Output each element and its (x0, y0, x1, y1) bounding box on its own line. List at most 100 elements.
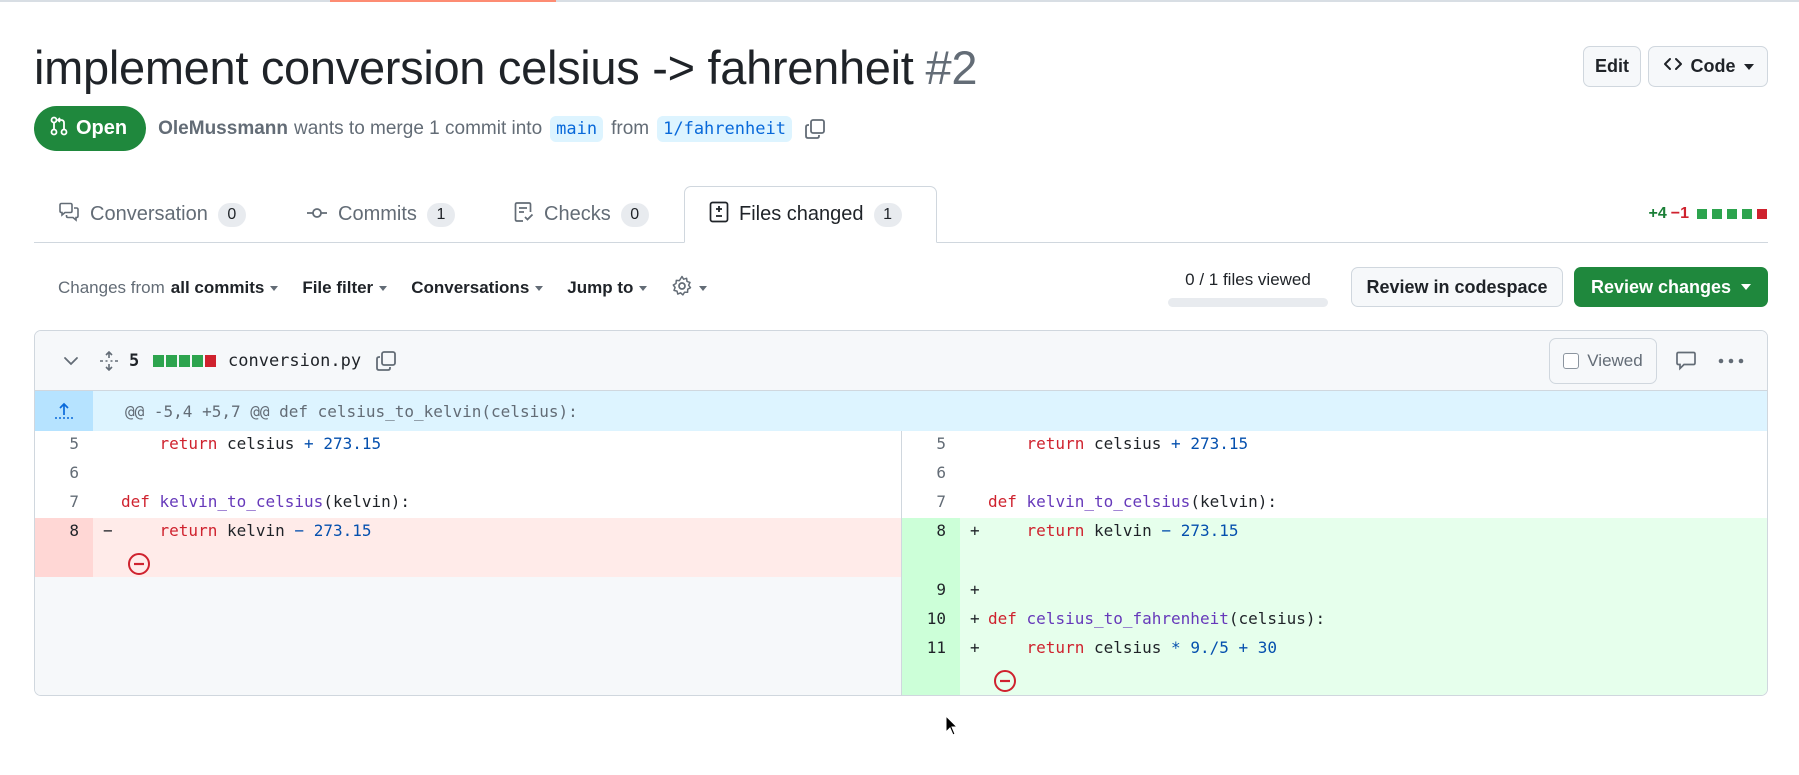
tab-label: Files changed (739, 203, 864, 225)
review-in-codespace-button[interactable]: Review in codespace (1351, 267, 1563, 307)
number-literal: 273.15 (1190, 434, 1249, 453)
mouse-cursor-icon (945, 714, 959, 742)
chevron-down-icon (639, 285, 648, 291)
diffstat-block (1712, 209, 1722, 219)
diffstat-block (1697, 209, 1707, 219)
line-number[interactable]: 6 (902, 460, 960, 489)
tab-checks[interactable]: Checks 0 (514, 186, 649, 243)
number-literal: 9./5 (1190, 638, 1229, 657)
base-branch[interactable]: main (550, 115, 604, 142)
hunk-header: @@ -5,4 +5,7 @@ def celsius_to_kelvin(ce… (35, 391, 1767, 431)
chevron-down-icon (379, 285, 388, 291)
diffstat-block (205, 355, 216, 367)
file-name-link[interactable]: conversion.py (228, 331, 361, 391)
line-number[interactable]: 8 (35, 518, 93, 547)
code-line: def celsius_to_fahrenheit(celsius): (982, 606, 1767, 635)
gear-icon (671, 275, 693, 302)
checkbox-icon (1563, 353, 1580, 369)
keyword: def (121, 492, 150, 511)
top-rule (0, 0, 1799, 2)
file-header: 5 conversion.py Viewed (35, 331, 1767, 391)
viewed-checkbox[interactable]: Viewed (1549, 338, 1657, 384)
conversations-dropdown[interactable]: Conversations (411, 278, 544, 298)
operator: − (1161, 521, 1172, 540)
comment-icon[interactable] (1675, 331, 1697, 391)
tab-count: 0 (620, 202, 649, 227)
tab-conversation[interactable]: Conversation 0 (58, 186, 246, 243)
codespace-label: Review in codespace (1366, 276, 1548, 297)
code-line: return kelvin − 273.15 (115, 518, 901, 547)
expand-all-icon[interactable] (99, 331, 119, 391)
diff-marker: + (960, 635, 982, 664)
diffstat: +4 −1 (1649, 205, 1769, 223)
review-changes-button[interactable]: Review changes (1574, 267, 1768, 307)
code-line: return celsius + 273.15 (982, 431, 1767, 460)
added-line: 10 + def celsius_to_fahrenheit(celsius): (902, 606, 1767, 635)
hunk-header-text: @@ -5,4 +5,7 @@ def celsius_to_kelvin(ce… (125, 401, 578, 421)
code-brackets-icon (1663, 56, 1683, 77)
changes-from-dropdown[interactable]: Changes from all commits (58, 278, 279, 298)
tab-files-changed[interactable]: Files changed 1 (684, 186, 937, 243)
tab-label: Commits (338, 203, 417, 225)
code-button[interactable]: Code (1648, 46, 1768, 87)
added-line: 11 + return celsius * 9./5 + 30 (902, 635, 1767, 664)
jump-to-dropdown[interactable]: Jump to (567, 278, 648, 298)
line-number[interactable]: 9 (902, 577, 960, 606)
copy-icon[interactable] (804, 118, 826, 140)
tab-commits[interactable]: Commits 1 (306, 186, 455, 243)
chevron-down-icon (699, 285, 708, 291)
line-number[interactable]: 5 (35, 431, 93, 460)
chevron-down-icon (270, 285, 279, 291)
file-diffstat (153, 331, 216, 391)
status-label: Open (76, 117, 128, 139)
author-link[interactable]: OleMussmann (158, 118, 288, 140)
line-number[interactable]: 7 (902, 489, 960, 518)
diff-line: 5 return celsius + 273.15 (35, 431, 901, 460)
added-line: 9 + (902, 577, 1767, 606)
diff-line: 7 def kelvin_to_celsius(kelvin): (902, 489, 1767, 518)
code-line: return celsius * 9./5 + 30 (982, 635, 1767, 664)
line-number[interactable]: 6 (35, 460, 93, 489)
line-number[interactable]: 5 (902, 431, 960, 460)
page-title: implement conversion celsius -> fahrenhe… (34, 40, 978, 95)
file-filter-dropdown[interactable]: File filter (302, 278, 388, 298)
line-number[interactable]: 11 (902, 635, 960, 664)
keyword: def (988, 609, 1017, 628)
diff-right-pane: 5 return celsius + 273.15 6 7 def kelvin… (902, 431, 1767, 695)
identifier: kelvin (226, 521, 285, 540)
line-number[interactable]: 7 (35, 489, 93, 518)
params: (kelvin): (1190, 492, 1278, 511)
head-branch[interactable]: 1/fahrenheit (657, 115, 792, 142)
files-viewed-progress: 0 / 1 files viewed (1168, 270, 1328, 307)
changes-value: all commits (170, 278, 265, 297)
keyword: return (159, 434, 218, 453)
tab-label: Checks (544, 203, 611, 225)
diff-marker: + (960, 518, 982, 547)
code-line: def kelvin_to_celsius(kelvin): (115, 489, 901, 518)
review-changes-label: Review changes (1590, 276, 1732, 297)
diffstat-block (1742, 209, 1752, 219)
diff-settings-dropdown[interactable] (671, 275, 708, 302)
checklist-icon (514, 201, 534, 229)
code-line: def kelvin_to_celsius(kelvin): (982, 489, 1767, 518)
line-number[interactable]: 8 (902, 518, 960, 547)
operator: − (294, 521, 305, 540)
line-number[interactable]: 10 (902, 606, 960, 635)
jump-to-label: Jump to (567, 278, 634, 297)
diff-marker: + (960, 577, 982, 606)
keyword: def (988, 492, 1017, 511)
operator: + (304, 434, 314, 453)
keyword: return (1026, 521, 1085, 540)
edit-button[interactable]: Edit (1583, 46, 1641, 87)
collapse-chevron-icon[interactable] (63, 331, 79, 391)
pr-meta: Open OleMussmann wants to merge 1 commit… (34, 106, 826, 151)
no-newline-icon (993, 669, 1017, 695)
expand-up-icon[interactable] (35, 391, 93, 431)
file-filter-label: File filter (302, 278, 374, 297)
deletions-count: −1 (1670, 205, 1689, 222)
copy-icon[interactable] (375, 331, 397, 391)
kebab-menu-icon[interactable] (1718, 331, 1744, 391)
chevron-down-icon (1741, 284, 1752, 290)
